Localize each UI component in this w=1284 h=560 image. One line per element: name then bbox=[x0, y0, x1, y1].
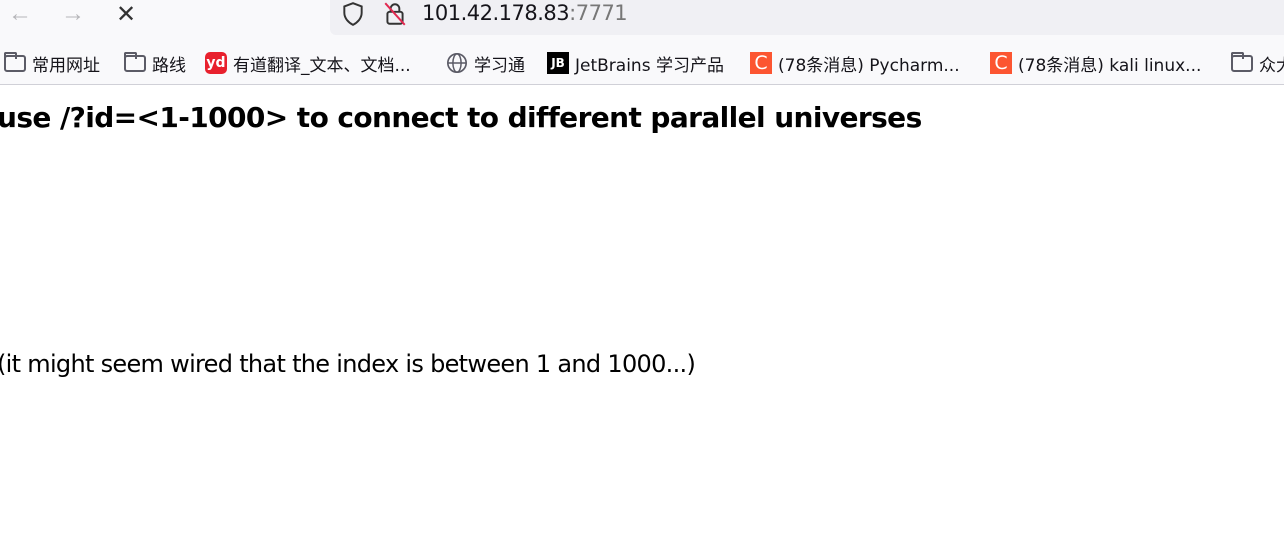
arrow-left-icon: ← bbox=[8, 0, 32, 27]
bookmark-folder[interactable]: 路线 bbox=[124, 51, 186, 76]
url-bar[interactable]: 101.42.178.83:7771 bbox=[330, 0, 1284, 35]
folder-icon bbox=[124, 51, 146, 72]
close-icon: ✕ bbox=[115, 0, 137, 28]
bookmarks-bar: 常用网址 路线 yd 有道翻译_文本、文档... 学习通 JB JetBrains … bbox=[0, 36, 1284, 85]
folder-icon bbox=[1231, 51, 1253, 72]
page-note: (it might seem wired that the index is b… bbox=[0, 350, 696, 378]
insecure-lock-icon[interactable] bbox=[382, 1, 408, 27]
shield-icon[interactable] bbox=[340, 1, 366, 27]
bookmark-folder[interactable]: 众大 bbox=[1231, 51, 1284, 76]
globe-icon bbox=[447, 53, 467, 73]
bookmark-label: JetBrains 学习产品 bbox=[575, 55, 724, 76]
page-heading: use /?id=<1-1000> to connect to differen… bbox=[0, 101, 922, 134]
csdn-icon: C bbox=[750, 52, 772, 74]
bookmark-label: 学习通 bbox=[474, 55, 525, 76]
url-host: 101.42.178.83 bbox=[422, 1, 570, 25]
bookmark[interactable]: 学习通 bbox=[446, 51, 525, 76]
bookmark-label: 常用网址 bbox=[32, 55, 100, 76]
jetbrains-icon: JB bbox=[547, 52, 569, 74]
bookmark-label: (78条消息) kali linux... bbox=[1018, 55, 1202, 76]
bookmark[interactable]: C (78条消息) kali linux... bbox=[990, 51, 1202, 76]
url-port: :7771 bbox=[569, 1, 628, 25]
arrow-right-icon: → bbox=[61, 0, 85, 27]
bookmark-label: 众大 bbox=[1259, 55, 1284, 76]
bookmark-label: 路线 bbox=[152, 55, 186, 76]
csdn-icon: C bbox=[990, 52, 1012, 74]
bookmark-folder[interactable]: 常用网址 bbox=[4, 51, 100, 76]
url-text[interactable]: 101.42.178.83:7771 bbox=[422, 1, 628, 25]
bookmark-label: 有道翻译_文本、文档... bbox=[233, 55, 411, 76]
folder-icon bbox=[4, 51, 26, 72]
bookmark[interactable]: C (78条消息) Pycharm... bbox=[750, 51, 960, 76]
bookmark[interactable]: yd 有道翻译_文本、文档... bbox=[205, 51, 411, 76]
bookmark-label: (78条消息) Pycharm... bbox=[778, 55, 960, 76]
forward-button[interactable]: → bbox=[58, 0, 88, 28]
back-button[interactable]: ← bbox=[5, 0, 35, 28]
stop-button[interactable]: ✕ bbox=[111, 0, 141, 28]
browser-toolbar: ← → ✕ 101.42.178.83:7771 bbox=[0, 0, 1284, 36]
bookmark[interactable]: JB JetBrains 学习产品 bbox=[547, 51, 724, 76]
youdao-icon: yd bbox=[205, 52, 227, 74]
